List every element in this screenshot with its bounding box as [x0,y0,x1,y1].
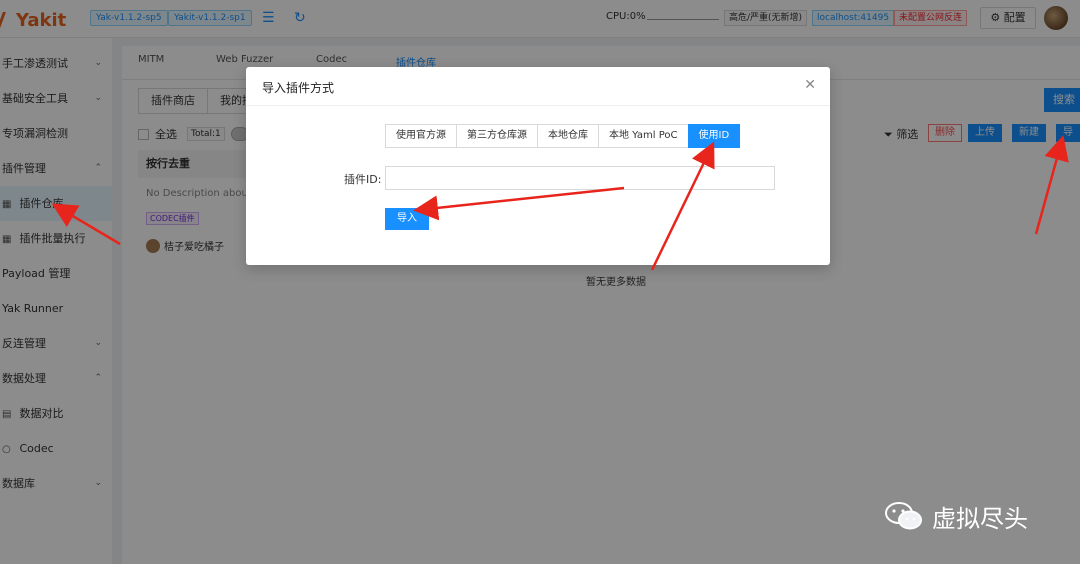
modal-divider [246,105,830,106]
wechat-icon [885,502,922,530]
plugin-id-label: 插件ID: [344,173,382,186]
modal-title: 导入插件方式 [262,81,335,95]
option-local-yaml-poc[interactable]: 本地 Yaml PoC [598,124,689,148]
plugin-id-input[interactable] [385,166,775,190]
import-source-selector: 使用官方源 第三方仓库源 本地仓库 本地 Yaml PoC 使用ID [385,124,741,148]
watermark-text: 虚拟尽头 [932,504,1028,533]
option-official-source[interactable]: 使用官方源 [385,124,457,148]
import-plugin-modal: 导入插件方式 ✕ 使用官方源 第三方仓库源 本地仓库 本地 Yaml PoC 使… [246,67,830,265]
modal-import-button[interactable]: 导入 [385,208,429,230]
option-third-party-source[interactable]: 第三方仓库源 [456,124,538,148]
watermark: 虚拟尽头 [884,498,1028,534]
option-use-id[interactable]: 使用ID [687,124,741,148]
option-local-repo[interactable]: 本地仓库 [537,124,599,148]
close-icon[interactable]: ✕ [804,77,816,93]
no-more-data-text: 暂无更多数据 [586,277,646,288]
